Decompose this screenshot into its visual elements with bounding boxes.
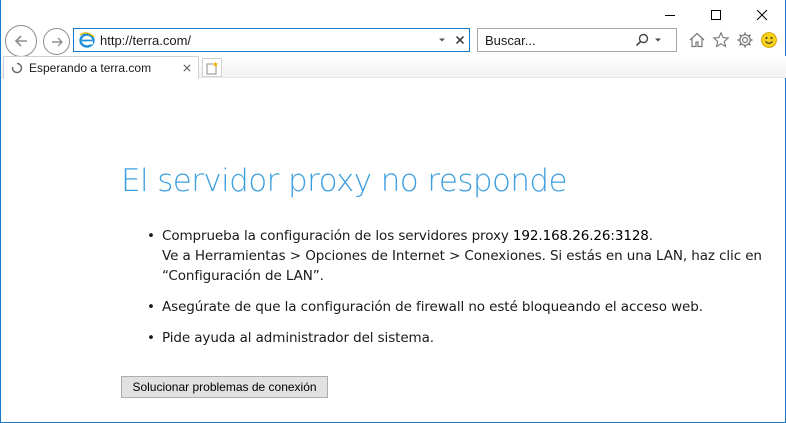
gear-icon (737, 32, 753, 48)
proxy-address: 192.168.26.26:3128 (512, 228, 649, 244)
home-button[interactable] (685, 28, 709, 52)
bullet-text: Asegúrate de que la configuración de fir… (162, 299, 703, 315)
home-icon (689, 32, 705, 48)
search-box[interactable] (477, 28, 677, 52)
chevron-down-icon (655, 38, 661, 42)
new-tab-icon (206, 61, 219, 74)
page-title: El servidor proxy no responde (121, 163, 568, 199)
ie-logo-icon (76, 29, 98, 51)
bullet-text: Pide ayuda al administrador del sistema. (162, 330, 434, 346)
list-item: Pide ayuda al administrador del sistema. (147, 328, 777, 348)
suggestion-list: Comprueba la configuración de los servid… (147, 226, 777, 359)
browser-window: http://terra.com/ Buscar... Esperando a … (0, 0, 786, 423)
fix-connection-button[interactable]: Solucionar problemas de conexión (121, 376, 328, 398)
navigation-bar: http://terra.com/ (1, 25, 786, 57)
tools-button[interactable] (733, 28, 757, 52)
forward-arrow-icon (51, 37, 63, 46)
tab-bar: Esperando a terra.com (1, 56, 786, 79)
minimize-icon (665, 15, 675, 16)
tab-title: Esperando a terra.com (29, 61, 152, 75)
list-item: Asegúrate de que la configuración de fir… (147, 297, 777, 317)
tab-close-button[interactable] (178, 59, 196, 77)
favorites-button[interactable] (709, 28, 733, 52)
toolbar-icons (685, 28, 781, 52)
stop-button[interactable] (451, 29, 469, 51)
search-input[interactable] (478, 30, 628, 50)
bullet-text: Comprueba la configuración de los servid… (162, 228, 513, 244)
bullet-text: . (648, 228, 653, 244)
close-icon (183, 64, 191, 72)
list-item: Comprueba la configuración de los servid… (147, 226, 777, 286)
back-arrow-icon (14, 35, 27, 47)
search-icon (635, 33, 649, 47)
search-button[interactable] (634, 29, 663, 51)
back-button[interactable] (5, 25, 37, 57)
forward-button[interactable] (43, 28, 70, 55)
feedback-button[interactable] (757, 28, 781, 52)
address-url[interactable]: http://terra.com/ (100, 33, 433, 48)
maximize-icon (711, 10, 721, 20)
star-icon (712, 31, 730, 48)
close-icon (756, 9, 768, 21)
smiley-feedback-icon (761, 32, 777, 48)
address-dropdown-button[interactable] (433, 29, 451, 51)
chevron-down-icon (439, 38, 445, 42)
page-content: El servidor proxy no responde Comprueba … (1, 79, 786, 423)
loading-spinner-icon (9, 60, 25, 76)
bullet-text: Ve a Herramientas > Opciones de Internet… (162, 248, 762, 284)
new-tab-button[interactable] (202, 58, 222, 77)
address-bar[interactable]: http://terra.com/ (73, 28, 470, 52)
close-icon (455, 35, 465, 45)
tab-active[interactable]: Esperando a terra.com (3, 56, 199, 79)
